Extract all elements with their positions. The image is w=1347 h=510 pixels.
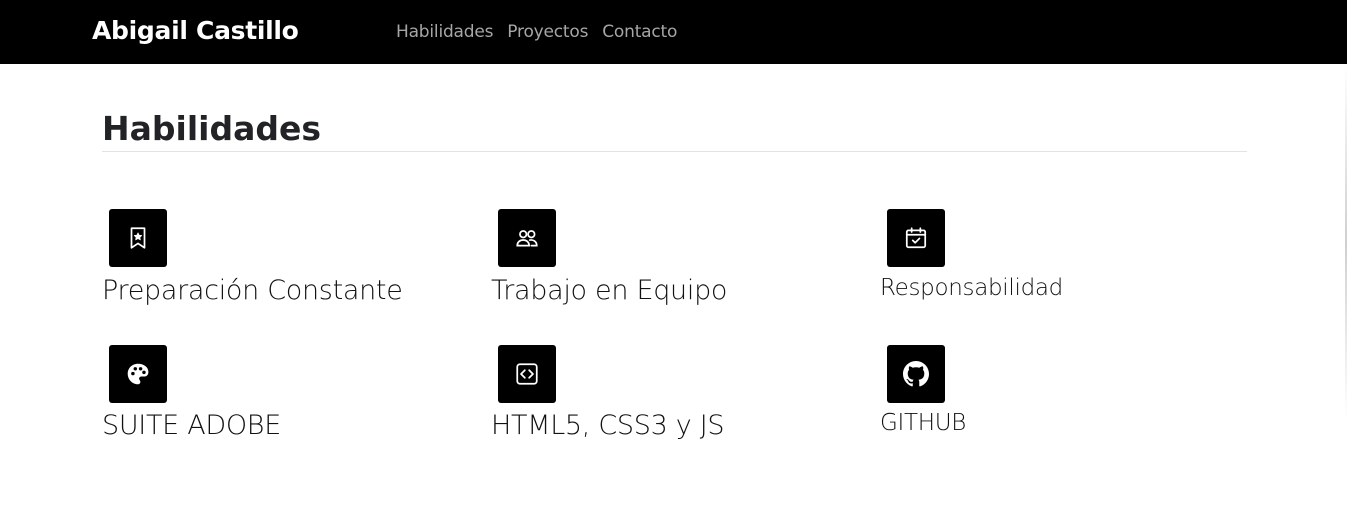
palette-icon: [109, 345, 167, 403]
skill-label: Trabajo en Equipo: [491, 275, 728, 306]
skill-label: HTML5, CSS3 y JS: [491, 410, 725, 441]
title-divider: [102, 151, 1247, 152]
calendar-check-icon: [887, 209, 945, 267]
bookmark-star-icon: [109, 209, 167, 267]
skill-label: Preparación Constante: [102, 275, 403, 306]
section-title: Habilidades: [102, 109, 321, 148]
code-square-icon: [498, 345, 556, 403]
github-icon: [887, 345, 945, 403]
navbar: Abigail Castillo Habilidades Proyectos C…: [0, 0, 1347, 64]
people-icon: [498, 209, 556, 267]
skill-label: Responsabilidad: [880, 275, 1063, 301]
skill-label: SUITE ADOBE: [102, 410, 281, 441]
nav-link-habilidades[interactable]: Habilidades: [396, 20, 493, 44]
nav-link-proyectos[interactable]: Proyectos: [507, 20, 588, 44]
nav-link-contacto[interactable]: Contacto: [602, 20, 677, 44]
brand-link[interactable]: Abigail Castillo: [92, 14, 299, 48]
skill-label: GITHUB: [880, 410, 967, 436]
nav-links: Habilidades Proyectos Contacto: [396, 20, 677, 44]
